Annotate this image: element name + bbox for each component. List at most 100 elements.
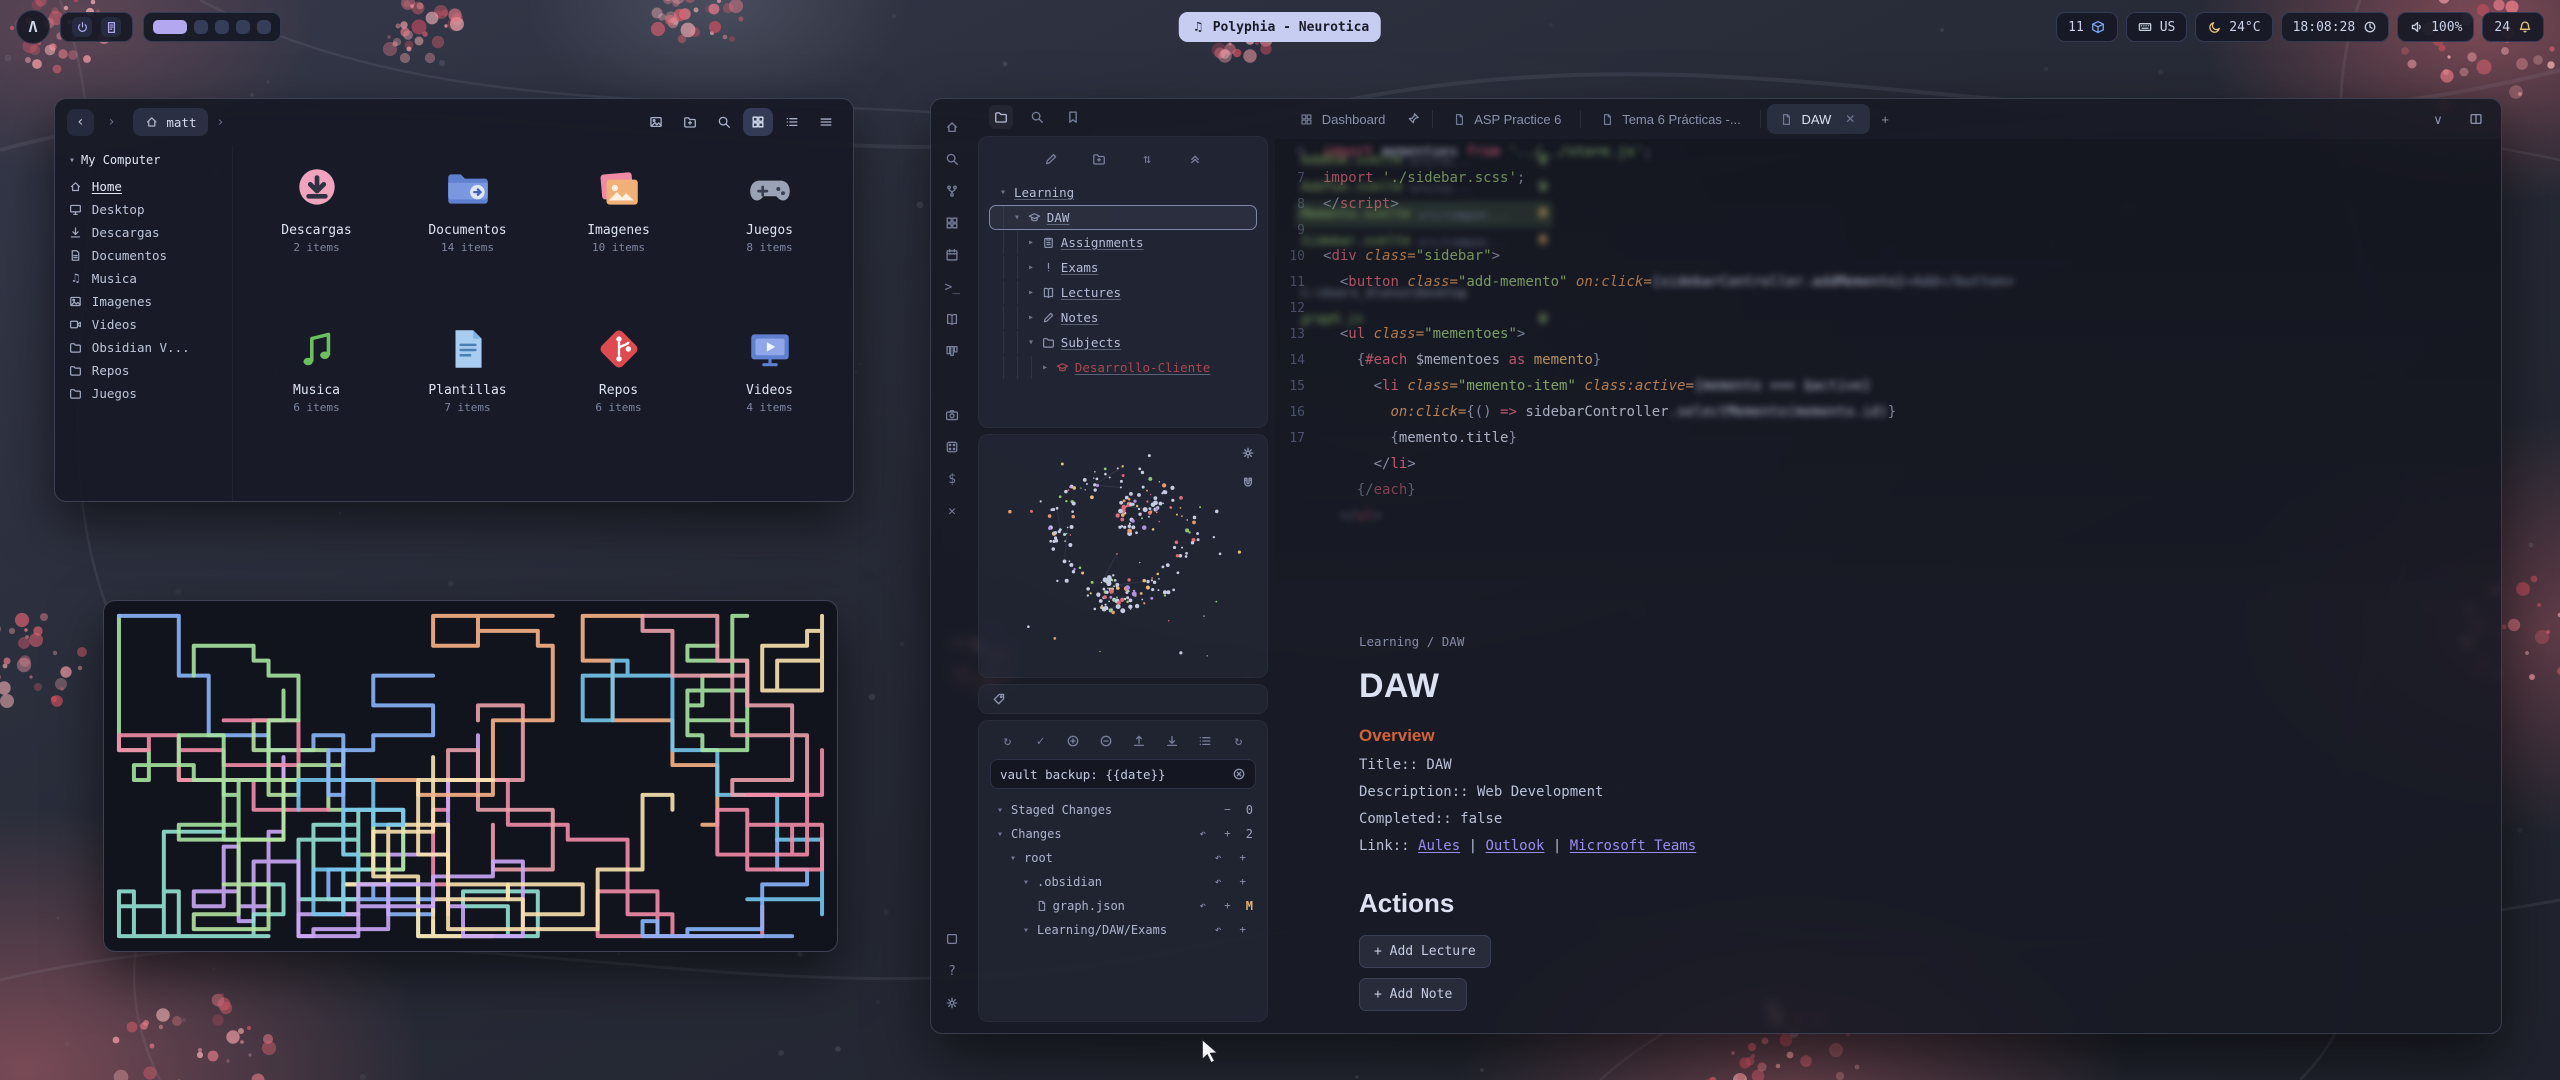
notifications-module[interactable]: 24 — [2482, 12, 2544, 42]
git-row-changes[interactable]: ▾Changes↶+2 — [989, 822, 1257, 846]
graph-settings-button[interactable] — [1238, 443, 1258, 463]
ribbon-camera-button[interactable] — [938, 401, 966, 429]
sidebar-item-musica[interactable]: ♫Musica — [69, 267, 224, 290]
notes-button[interactable] — [101, 17, 121, 37]
add-note-button[interactable]: + Add Note — [1359, 978, 1467, 1011]
workspace-1[interactable] — [153, 20, 187, 34]
pin-button[interactable] — [1400, 106, 1426, 132]
git-stage-all-button[interactable] — [1064, 731, 1084, 751]
ribbon-code-button[interactable] — [938, 369, 966, 397]
git-commit-button[interactable]: ✓ — [1031, 731, 1051, 751]
updates-module[interactable]: 11 — [2056, 12, 2118, 42]
ribbon-book-button[interactable] — [938, 305, 966, 333]
ribbon-kanban-button[interactable] — [938, 337, 966, 365]
tree-item-desarrollo-cliente[interactable]: ▸Desarrollo-Cliente — [989, 355, 1257, 380]
sort-button[interactable]: ⇅ — [1136, 148, 1158, 170]
new-note-button[interactable] — [1040, 148, 1062, 170]
sidebar-item-videos[interactable]: Videos — [69, 313, 224, 336]
add-lecture-button[interactable]: + Add Lecture — [1359, 935, 1491, 968]
tree-item-assignments[interactable]: ▸Assignments — [989, 230, 1257, 255]
git-row-graph-json[interactable]: graph.json↶+M — [989, 894, 1257, 918]
sidebar-item-repos[interactable]: Repos — [69, 359, 224, 382]
undo-action-button[interactable]: ↶ — [1212, 876, 1229, 889]
new-folder-button[interactable] — [1088, 148, 1110, 170]
volume-module[interactable]: 100% — [2397, 12, 2474, 42]
git-pull-button[interactable] — [1163, 731, 1183, 751]
plus-action-button[interactable]: + — [1221, 828, 1238, 841]
folder-descargas[interactable]: Descargas2 items — [241, 161, 392, 307]
ribbon-donate-button[interactable]: $ — [938, 465, 966, 493]
ribbon-settings-button[interactable] — [938, 989, 966, 1017]
ribbon-home-button[interactable] — [938, 113, 966, 141]
workspace-4[interactable] — [236, 20, 250, 34]
folder-repos[interactable]: Repos6 items — [543, 321, 694, 467]
dock-search-tab[interactable] — [1025, 105, 1049, 129]
undo-action-button[interactable]: ↶ — [1196, 900, 1213, 913]
sidebar-item-documentos[interactable]: Documentos — [69, 244, 224, 267]
graph-canvas[interactable] — [979, 435, 1267, 677]
folder-juegos[interactable]: Juegos8 items — [694, 161, 845, 307]
weather-module[interactable]: 24°C — [2195, 12, 2272, 42]
workspace-5[interactable] — [257, 20, 271, 34]
ribbon-git-button[interactable] — [938, 177, 966, 205]
tree-item-learning[interactable]: ▾Learning — [989, 180, 1257, 205]
plus-action-button[interactable]: + — [1221, 900, 1238, 913]
tree-item-notes[interactable]: ▸Notes — [989, 305, 1257, 330]
graph-view-panel[interactable] — [978, 434, 1268, 678]
tree-item-lectures[interactable]: ▸Lectures — [989, 280, 1257, 305]
git-push-button[interactable] — [1130, 731, 1150, 751]
new-tab-button[interactable]: + — [1872, 106, 1898, 132]
tab-dashboard[interactable]: Dashboard — [1287, 104, 1398, 134]
now-playing-widget[interactable]: ♫ Polyphia - Neurotica — [1179, 12, 1381, 42]
link-microsoft-teams[interactable]: Microsoft Teams — [1570, 838, 1696, 854]
tab-daw[interactable]: DAW✕ — [1767, 104, 1870, 134]
search-button[interactable] — [709, 108, 739, 136]
commit-message-input[interactable] — [1000, 767, 1225, 782]
power-button[interactable] — [72, 17, 92, 37]
tab-asp-practice-6[interactable]: ASP Practice 6 — [1439, 104, 1574, 134]
clear-message-button[interactable] — [1231, 767, 1246, 782]
ribbon-cross-button[interactable]: ✕ — [938, 497, 966, 525]
folder-documentos[interactable]: Documentos14 items — [392, 161, 543, 307]
sidebar-item-descargas[interactable]: Descargas — [69, 221, 224, 244]
ribbon-search-button[interactable] — [938, 145, 966, 173]
tree-item-exams[interactable]: ▸Exams — [989, 255, 1257, 280]
ribbon-calendar-button[interactable] — [938, 241, 966, 269]
ribbon-help-button[interactable]: ? — [938, 957, 966, 985]
git-refresh-button[interactable]: ↻ — [1229, 731, 1249, 751]
breadcrumb[interactable]: matt — [133, 108, 208, 136]
back-button[interactable]: ‹ — [67, 109, 94, 136]
undo-action-button[interactable]: ↶ — [1196, 828, 1213, 841]
grid-view-button[interactable] — [743, 108, 773, 136]
tree-item-subjects[interactable]: ▾Subjects — [989, 330, 1257, 355]
tab-list-button[interactable]: ∨ — [2425, 106, 2451, 132]
folder-plantillas[interactable]: Plantillas7 items — [392, 321, 543, 467]
launcher-button[interactable]: Λ — [16, 10, 50, 44]
git-backup-button[interactable]: ↻ — [998, 731, 1018, 751]
folder-videos[interactable]: Videos4 items — [694, 321, 845, 467]
git-row-learning-daw-exams[interactable]: ▾Learning/DAW/Exams↶+ — [989, 918, 1257, 942]
screenshot-button[interactable] — [641, 108, 671, 136]
ribbon-terminal-button[interactable]: >_ — [938, 273, 966, 301]
new-folder-button[interactable] — [675, 108, 705, 136]
ribbon-canvas-button[interactable] — [938, 209, 966, 237]
plus-action-button[interactable]: + — [1236, 924, 1253, 937]
workspace-2[interactable] — [194, 20, 208, 34]
tab-tema-6-pr-cticas[interactable]: Tema 6 Prácticas -... — [1587, 104, 1753, 134]
ribbon-dice-button[interactable] — [938, 433, 966, 461]
plus-action-button[interactable]: + — [1236, 876, 1253, 889]
sidebar-item-juegos[interactable]: Juegos — [69, 382, 224, 405]
split-pane-button[interactable] — [2463, 106, 2489, 132]
dock-files-tab[interactable] — [989, 105, 1013, 129]
link-outlook[interactable]: Outlook — [1485, 838, 1544, 854]
plus-action-button[interactable]: + — [1236, 852, 1253, 865]
sidebar-item-home[interactable]: Home — [69, 175, 224, 198]
forward-button[interactable]: › — [98, 109, 125, 136]
sidebar-section-header[interactable]: ▾ My Computer — [69, 153, 224, 167]
clock-module[interactable]: 18:08:28 — [2281, 12, 2390, 42]
git-change-list-button[interactable] — [1196, 731, 1216, 751]
collapse-all-button[interactable] — [1184, 148, 1206, 170]
undo-action-button[interactable]: ↶ — [1212, 924, 1229, 937]
sidebar-item-obsidian-v[interactable]: Obsidian V... — [69, 336, 224, 359]
git-row-obsidian[interactable]: ▾.obsidian↶+ — [989, 870, 1257, 894]
